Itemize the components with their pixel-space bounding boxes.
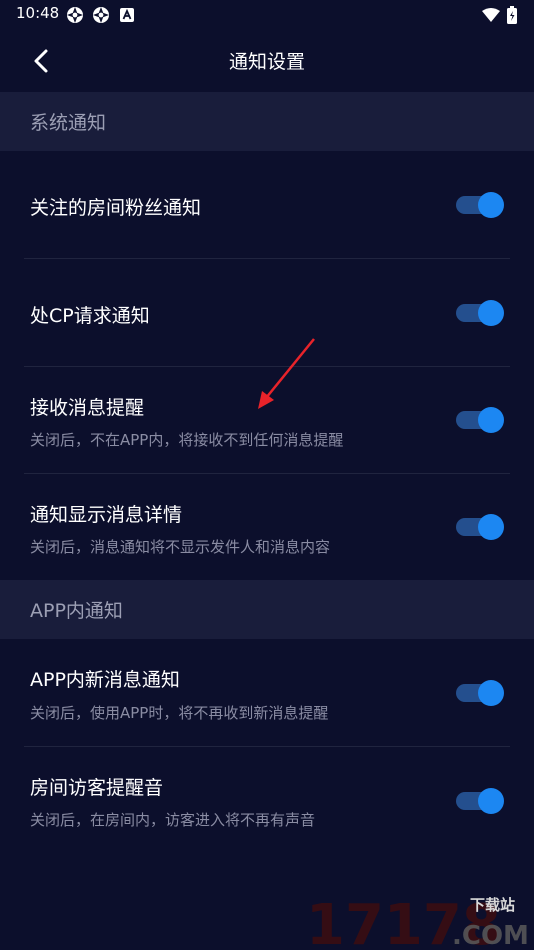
- setting-row-room-fans-notify: 关注的房间粉丝通知: [0, 151, 534, 258]
- setting-title: 通知显示消息详情: [30, 504, 183, 526]
- watermark-tag: 下载站: [470, 896, 515, 914]
- page-title: 通知设置: [228, 51, 305, 73]
- battery-icon: [506, 6, 518, 24]
- receive-message-reminder-toggle[interactable]: [456, 407, 504, 433]
- setting-subtitle: 关闭后，不在APP内，将接收不到任何消息提醒: [30, 431, 344, 449]
- in-app-new-message-toggle[interactable]: [456, 680, 504, 706]
- show-message-details-toggle[interactable]: [456, 514, 504, 540]
- setting-title: APP内新消息通知: [30, 669, 180, 691]
- room-visitor-sound-toggle[interactable]: [456, 788, 504, 814]
- setting-row-receive-message-reminder: 接收消息提醒 关闭后，不在APP内，将接收不到任何消息提醒: [0, 367, 534, 473]
- setting-subtitle: 关闭后，消息通知将不显示发件人和消息内容: [30, 538, 331, 556]
- setting-title: 关注的房间粉丝通知: [30, 197, 202, 219]
- setting-row-cp-request-notify: 处CP请求通知: [0, 259, 534, 366]
- setting-title: 接收消息提醒: [30, 397, 145, 419]
- cp-request-notify-toggle[interactable]: [456, 300, 504, 326]
- status-bar: 10:48: [0, 0, 534, 30]
- setting-subtitle: 关闭后，使用APP时，将不再收到新消息提醒: [30, 704, 329, 722]
- notification-a-icon: [118, 6, 136, 24]
- section-header-system: 系统通知: [0, 92, 534, 151]
- aperture-icon: [92, 6, 110, 24]
- setting-title: 房间访客提醒音: [30, 777, 164, 799]
- wifi-icon: [482, 6, 500, 24]
- watermark-domain: .COM: [452, 921, 529, 950]
- setting-subtitle: 关闭后，在房间内，访客进入将不再有声音: [30, 811, 316, 829]
- aperture-icon: [66, 6, 84, 24]
- setting-title: 处CP请求通知: [30, 305, 150, 327]
- room-fans-notify-toggle[interactable]: [456, 192, 504, 218]
- setting-row-in-app-new-message: APP内新消息通知 关闭后，使用APP时，将不再收到新消息提醒: [0, 639, 534, 746]
- setting-row-room-visitor-sound: 房间访客提醒音 关闭后，在房间内，访客进入将不再有声音: [0, 747, 534, 854]
- status-time: 10:48: [16, 4, 60, 22]
- watermark-logo: 17178 下载站 .COM: [306, 893, 529, 950]
- section-header-in-app: APP内通知: [0, 580, 534, 639]
- setting-row-show-message-details: 通知显示消息详情 关闭后，消息通知将不显示发件人和消息内容: [0, 474, 534, 580]
- app-header: 通知设置: [0, 30, 534, 92]
